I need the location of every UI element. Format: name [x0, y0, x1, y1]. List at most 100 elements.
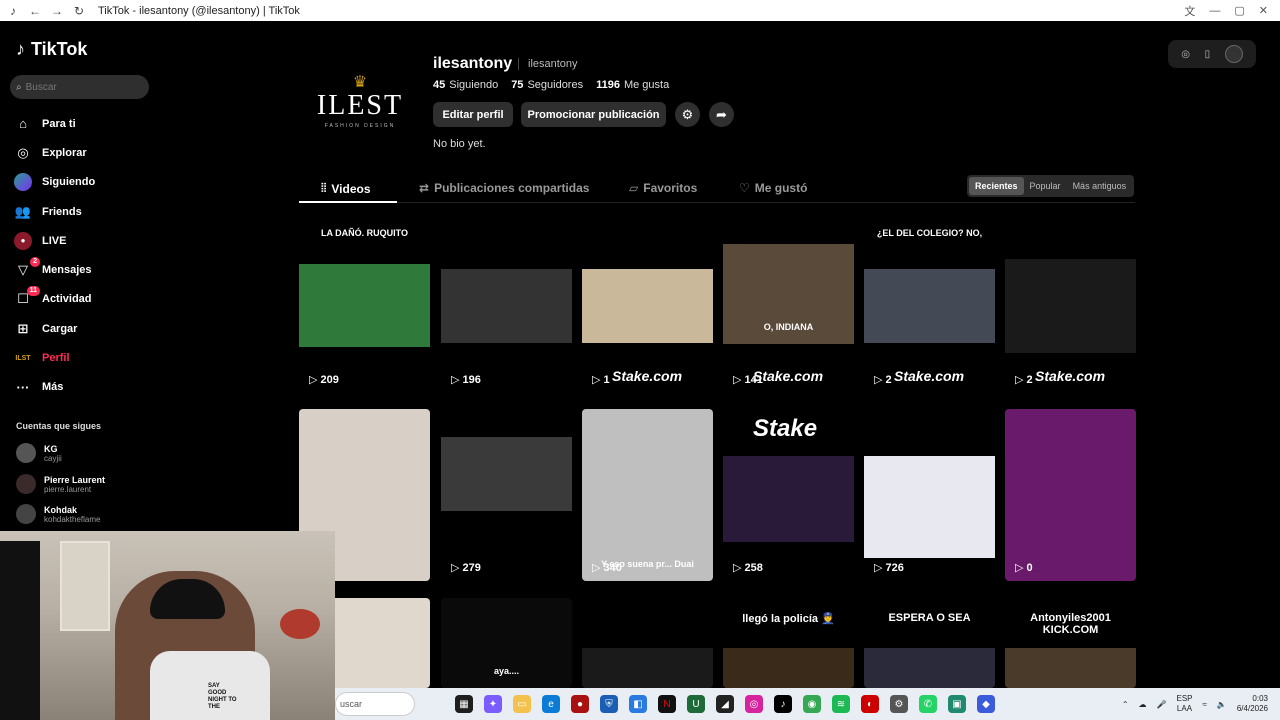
video-thumbnail [864, 456, 995, 558]
video-tile[interactable]: ▷ 0 [1005, 409, 1136, 581]
video-tile[interactable]: Y eso suena pr... Duai ▷ 340 [582, 409, 713, 581]
maximize-icon[interactable]: ▢ [1234, 4, 1244, 17]
tab-favorites[interactable]: ▱ Favoritos [629, 181, 697, 195]
video-tile[interactable] [582, 598, 713, 688]
reload-icon[interactable]: ↻ [70, 4, 88, 18]
video-tile[interactable]: llegó la policía 👮 [723, 598, 854, 688]
app-red-icon[interactable]: ● [571, 695, 589, 713]
back-icon[interactable]: ← [26, 4, 44, 18]
crown-icon: ♛ [352, 73, 368, 91]
video-tile[interactable]: Antonyiles2001 KICK.COM [1005, 598, 1136, 688]
video-tile[interactable]: ¿EL DEL COLEGIO? NO, Stake.com ▷ 2 [864, 222, 995, 397]
webcam-monitor [0, 541, 40, 720]
following-account[interactable]: KG cayjii [16, 443, 62, 463]
cloud-icon[interactable]: ☁ [1139, 700, 1147, 709]
netflix-icon[interactable]: N [658, 695, 676, 713]
mic-icon[interactable]: 🎤 [1157, 700, 1167, 709]
tab-reposts[interactable]: ⇄ Publicaciones compartidas [419, 181, 589, 195]
task-view-icon[interactable]: ▦ [455, 695, 473, 713]
sidebar-item-label: Actividad [42, 293, 92, 306]
sidebar-item-mas[interactable]: ··· Más [14, 373, 162, 402]
sidebar-item-live[interactable]: ● LIVE [14, 226, 162, 255]
following-account[interactable]: Kohdak kohdaktheflame [16, 504, 100, 524]
followers-stat[interactable]: 75 Seguidores [511, 79, 583, 91]
sidebar-item-actividad[interactable]: ☐ 11 Actividad [14, 285, 162, 314]
avatar[interactable] [1224, 45, 1243, 63]
sidebar-item-siguiendo[interactable]: Siguiendo [14, 168, 162, 197]
following-account[interactable]: Pierre Laurent pierre.laurent [16, 474, 105, 494]
followers-label: Seguidores [527, 79, 584, 91]
instagram-icon[interactable]: ◎ [745, 695, 763, 713]
whatsapp-icon[interactable]: ✆ [919, 695, 937, 713]
video-tile[interactable]: Stake.com ▷ 1 [582, 222, 713, 397]
profile-avatar[interactable]: ♛ ILEST FASHION DESIGN [300, 40, 420, 160]
edit-profile-button[interactable]: Editar perfil [433, 102, 513, 127]
top-right-toolbar: ◎ ▯ [1168, 40, 1256, 68]
spotify-icon[interactable]: ≋ [832, 695, 850, 713]
app-teal-icon[interactable]: ▣ [948, 695, 966, 713]
following-stat[interactable]: 45 Siguiendo [433, 79, 498, 91]
upwork-icon[interactable]: U [687, 695, 705, 713]
video-view-count: ▷ 209 [309, 373, 339, 387]
sort-popular[interactable]: Popular [1024, 177, 1067, 195]
sidebar-item-friends[interactable]: 👥 Friends [14, 197, 162, 226]
tiktok-icon[interactable]: ♪ [774, 695, 792, 713]
video-tile[interactable]: ▷ 726 [864, 409, 995, 581]
app-dark-icon[interactable]: ◢ [716, 695, 734, 713]
more-icon: ··· [16, 379, 30, 395]
sidebar-item-perfil[interactable]: ILST Perfil [14, 343, 162, 372]
video-tile[interactable]: LA DAÑÓ. RUQUITO ▷ 209 [299, 222, 430, 397]
sidebar-item-para-ti[interactable]: ⌂ Para ti [14, 109, 162, 138]
lang-bottom: LAA [1176, 704, 1193, 713]
settings-icon[interactable]: ⚙ [890, 695, 908, 713]
minimize-icon[interactable]: — [1209, 5, 1220, 17]
tab-liked[interactable]: ♡ Me gustó [739, 181, 807, 195]
video-tile[interactable]: ▷ 196 [441, 222, 572, 397]
stake-watermark: Stake.com [894, 368, 965, 384]
volume-icon[interactable]: 🔈 [1217, 700, 1227, 709]
video-thumbnail [1005, 648, 1136, 688]
device-icon[interactable]: ▯ [1205, 49, 1211, 60]
share-icon[interactable]: ➦ [709, 102, 734, 127]
translate-icon[interactable]: 文 [1184, 3, 1195, 19]
video-view-count: ▷ 1 [592, 373, 610, 387]
sidebar-item-mensajes[interactable]: ▽ 2 Mensajes [14, 255, 162, 284]
video-view-count: ▷ 340 [592, 561, 622, 575]
input-language[interactable]: ESP LAA [1176, 694, 1192, 714]
chrome-icon[interactable]: ◉ [803, 695, 821, 713]
copilot-icon[interactable]: ✦ [484, 695, 502, 713]
sort-oldest[interactable]: Más antiguos [1067, 177, 1133, 195]
forward-icon[interactable]: → [48, 4, 66, 18]
sidebar-item-cargar[interactable]: ⊞ Cargar [14, 314, 162, 343]
wifi-icon[interactable]: ≈ [1203, 700, 1207, 709]
promote-post-button[interactable]: Promocionar publicación [521, 102, 666, 127]
search-box[interactable]: ⌕ [10, 75, 149, 99]
edge-icon[interactable]: e [542, 695, 560, 713]
app-blue-icon[interactable]: ◆ [977, 695, 995, 713]
file-explorer-icon[interactable]: ▭ [513, 695, 531, 713]
app-store-icon[interactable]: ◧ [629, 695, 647, 713]
video-tile[interactable]: ▷ 279 [441, 409, 572, 581]
sort-recent[interactable]: Recientes [969, 177, 1024, 195]
taskbar-clock[interactable]: 0:03 6/4/2026 [1237, 694, 1268, 714]
security-icon[interactable]: ⛨ [600, 695, 618, 713]
tab-videos[interactable]: ⦙⦙ Videos [321, 181, 371, 196]
avatar [16, 504, 36, 524]
chevron-up-icon[interactable]: ⌃ [1122, 700, 1129, 709]
tiktok-logo[interactable]: ♪ TikTok [16, 39, 87, 60]
video-tile[interactable]: Stake.com ▷ 2 [1005, 222, 1136, 397]
video-tile[interactable]: ESPERA O SEA [864, 598, 995, 688]
search-input[interactable] [25, 81, 136, 93]
taskbar-search[interactable]: uscar [335, 692, 415, 716]
video-tile[interactable]: Stake ▷ 258 [723, 409, 854, 581]
close-icon[interactable]: ✕ [1259, 4, 1268, 17]
video-view-count: ▷ 141 [733, 373, 763, 387]
app-red2-icon[interactable]: ◐ [861, 695, 879, 713]
video-tile[interactable]: aya.... [441, 598, 572, 688]
sidebar-item-explorar[interactable]: ◎ Explorar [14, 138, 162, 167]
compass-icon[interactable]: ◎ [1181, 49, 1190, 60]
video-tile[interactable]: O, INDIANA Stake.com ▷ 141 [723, 222, 854, 397]
clock-date: 6/4/2026 [1236, 704, 1268, 713]
compass-icon: ◎ [17, 144, 29, 160]
settings-gear-icon[interactable]: ⚙ [675, 102, 700, 127]
